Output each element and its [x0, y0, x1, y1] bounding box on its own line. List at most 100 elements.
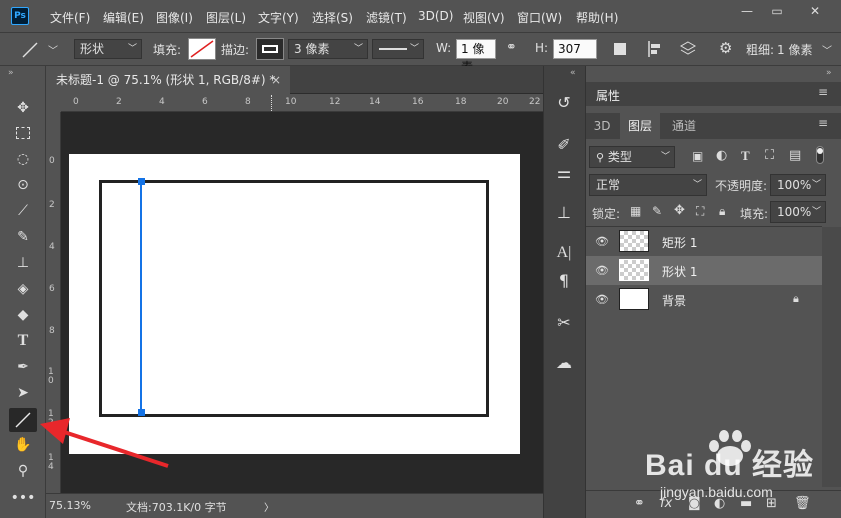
- visibility-eye-icon[interactable]: 👁︎: [595, 235, 609, 248]
- filter-adjustment-icon[interactable]: ◐: [716, 148, 727, 163]
- filter-pixel-icon[interactable]: ▣: [692, 149, 703, 163]
- preset-chevron-icon[interactable]: ﹀: [48, 42, 58, 57]
- adjustments-icon[interactable]: ⚌: [548, 160, 580, 186]
- document-tab[interactable]: 未标题-1 @ 75.1% (形状 1, RGB/8#) * ×: [46, 66, 290, 94]
- visibility-eye-icon[interactable]: 👁︎: [595, 264, 609, 277]
- gear-icon[interactable]: ⚙: [719, 39, 732, 57]
- lock-image-icon[interactable]: ✎: [652, 204, 662, 218]
- libraries-icon[interactable]: ☁: [548, 350, 580, 376]
- link-dimensions-icon[interactable]: ⚭: [506, 40, 517, 55]
- paragraph-icon[interactable]: ¶: [548, 268, 580, 294]
- pen-tool-icon[interactable]: ✒: [9, 355, 37, 379]
- height-field[interactable]: 307 像素: [553, 39, 597, 59]
- stamp-tool-icon[interactable]: ⊥: [9, 251, 37, 275]
- layers-scrollbar[interactable]: [822, 227, 841, 487]
- path-arrangement-icon[interactable]: [679, 40, 697, 58]
- menu-window[interactable]: 窗口(W): [517, 9, 562, 26]
- type-tool-icon[interactable]: T: [9, 329, 37, 353]
- tab-channels[interactable]: 通道: [664, 113, 704, 139]
- tools-preset-icon[interactable]: ✂: [548, 310, 580, 336]
- layer-name[interactable]: 矩形 1: [662, 234, 697, 251]
- move-tool-icon[interactable]: ✥: [9, 96, 37, 120]
- stroke-type-dropdown[interactable]: ﹀: [372, 39, 424, 59]
- vertical-ruler[interactable]: 0 2 4 6 8 10 12 14: [46, 112, 61, 493]
- restore-button[interactable]: ▭: [762, 0, 792, 22]
- menu-layer[interactable]: 图层(L): [206, 9, 246, 26]
- quick-select-tool-icon[interactable]: ⊙: [9, 173, 37, 197]
- line-anchor-bottom[interactable]: [138, 409, 145, 416]
- width-field[interactable]: 1 像素: [456, 39, 496, 74]
- lock-all-icon[interactable]: 🔒︎: [719, 204, 725, 219]
- minimize-button[interactable]: —: [732, 0, 762, 22]
- line-tool-preset-icon[interactable]: [20, 40, 40, 60]
- close-tab-icon[interactable]: ×: [271, 66, 281, 94]
- clone-source-icon[interactable]: ⊥: [548, 200, 580, 226]
- layer-row[interactable]: 👁︎ 矩形 1: [586, 227, 822, 256]
- stroke-width-dropdown[interactable]: 3 像素 ﹀: [288, 39, 368, 59]
- lasso-tool-icon[interactable]: ◌: [9, 147, 37, 171]
- brush-tool-icon[interactable]: ✎: [9, 225, 37, 249]
- tab-3d[interactable]: 3D: [588, 113, 616, 139]
- layer-row-selected[interactable]: 👁︎ 形状 1: [586, 256, 822, 285]
- layer-filter-dropdown[interactable]: ⚲ 类型 ﹀: [589, 146, 675, 168]
- path-alignment-icon[interactable]: [647, 40, 663, 58]
- line-shape[interactable]: [140, 182, 142, 412]
- menu-view[interactable]: 视图(V): [463, 9, 505, 26]
- menu-3d[interactable]: 3D(D): [418, 9, 453, 23]
- path-operations-icon[interactable]: [614, 43, 626, 55]
- menu-file[interactable]: 文件(F): [50, 9, 90, 26]
- menu-select[interactable]: 选择(S): [312, 9, 353, 26]
- layer-name[interactable]: 背景: [662, 292, 686, 309]
- line-anchor-top[interactable]: [138, 178, 145, 185]
- filter-smartobject-icon[interactable]: ▤: [789, 148, 801, 163]
- filter-type-icon[interactable]: T: [741, 148, 750, 164]
- panel-menu-icon[interactable]: ≡: [818, 85, 828, 99]
- collapse-panels-icon[interactable]: »: [826, 68, 832, 78]
- brush-settings-icon[interactable]: ✐: [548, 132, 580, 158]
- paint-bucket-tool-icon[interactable]: ◆: [9, 303, 37, 327]
- collapse-dock-icon[interactable]: «: [570, 68, 576, 78]
- path-selection-tool-icon[interactable]: ➤: [9, 381, 37, 405]
- layers-menu-icon[interactable]: ≡: [818, 116, 828, 130]
- fill-opacity-field[interactable]: 100% ﹀: [770, 201, 826, 223]
- status-menu-icon[interactable]: 〉: [264, 499, 274, 514]
- menu-edit[interactable]: 编辑(E): [103, 9, 144, 26]
- character-icon[interactable]: A|: [548, 240, 580, 266]
- visibility-eye-icon[interactable]: 👁︎: [595, 293, 609, 306]
- fill-swatch[interactable]: [188, 38, 216, 60]
- weight-chevron-icon[interactable]: ﹀: [822, 42, 832, 57]
- link-icon[interactable]: ⚭: [634, 496, 645, 511]
- hand-tool-icon[interactable]: ✋: [9, 433, 37, 457]
- opacity-field[interactable]: 100% ﹀: [770, 174, 826, 196]
- eyedropper-tool-icon[interactable]: ⟋: [9, 199, 37, 223]
- menu-type[interactable]: 文字(Y): [258, 9, 299, 26]
- blend-mode-dropdown[interactable]: 正常 ﹀: [589, 174, 707, 196]
- layer-name[interactable]: 形状 1: [662, 263, 697, 280]
- menu-image[interactable]: 图像(I): [156, 9, 193, 26]
- tab-layers[interactable]: 图层: [620, 113, 660, 139]
- layer-row[interactable]: 👁︎ 背景 🔒︎: [586, 285, 822, 314]
- mode-dropdown[interactable]: 形状 ﹀: [74, 39, 142, 59]
- weight-value[interactable]: 1 像素: [777, 41, 812, 58]
- properties-title[interactable]: 属性: [596, 87, 620, 104]
- marquee-tool-icon[interactable]: [9, 121, 37, 145]
- menu-filter[interactable]: 滤镜(T): [366, 9, 407, 26]
- line-tool-icon[interactable]: [9, 408, 37, 432]
- close-window-button[interactable]: ✕: [800, 0, 830, 22]
- rectangle-shape[interactable]: [99, 180, 489, 417]
- filter-toggle[interactable]: [816, 146, 824, 164]
- lock-transparent-icon[interactable]: ▦: [630, 204, 641, 218]
- trash-icon[interactable]: 🗑︎: [794, 496, 811, 511]
- filter-shape-icon[interactable]: ⛶: [765, 148, 774, 163]
- history-icon[interactable]: ↺: [548, 90, 580, 116]
- lock-position-icon[interactable]: ✥: [674, 203, 685, 218]
- lock-artboard-icon[interactable]: ⛶: [696, 204, 704, 219]
- menu-help[interactable]: 帮助(H): [576, 9, 618, 26]
- collapse-toolbar-icon[interactable]: »: [8, 68, 14, 78]
- more-tools-icon[interactable]: •••: [9, 486, 37, 510]
- stroke-swatch[interactable]: [256, 38, 284, 60]
- horizontal-ruler[interactable]: 0 2 4 6 8 10 12 14 16 18 20 22: [61, 95, 543, 112]
- zoom-level[interactable]: 75.13%: [49, 499, 91, 512]
- zoom-tool-icon[interactable]: ⚲: [9, 459, 37, 483]
- eraser-tool-icon[interactable]: ◈: [9, 277, 37, 301]
